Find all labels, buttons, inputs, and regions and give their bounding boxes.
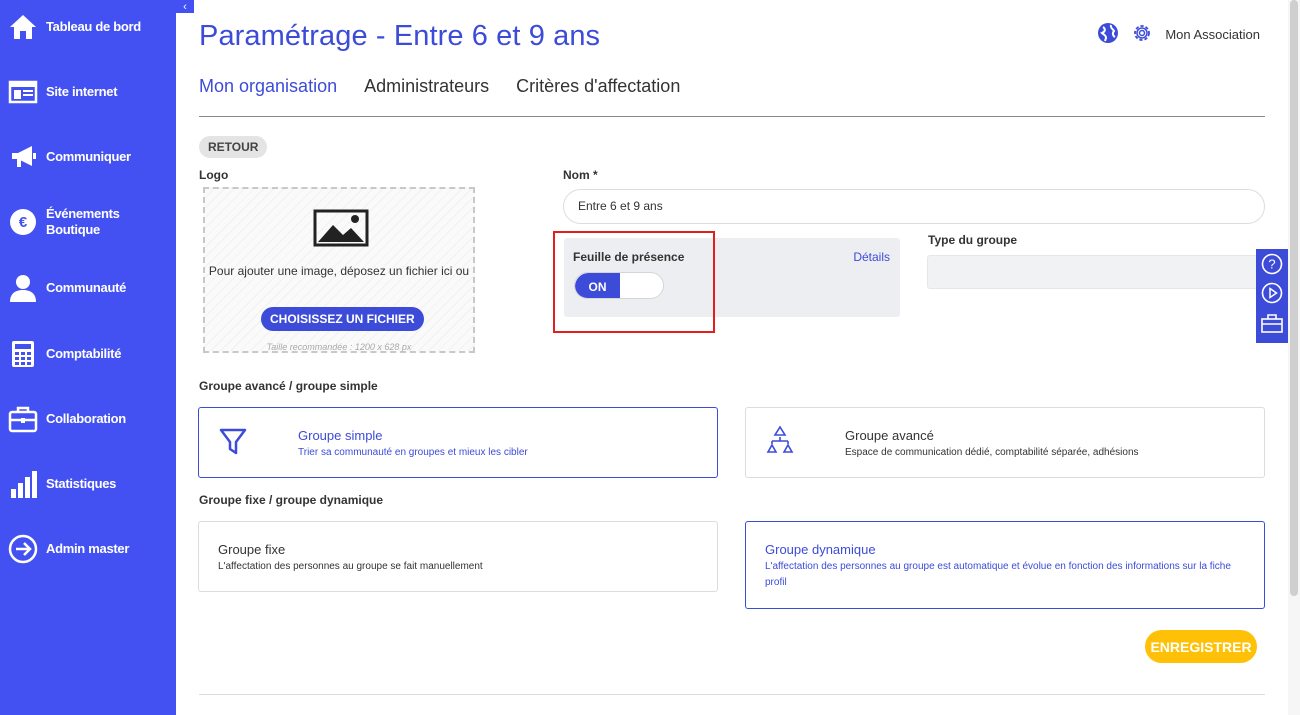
- svg-text:€: €: [19, 214, 28, 231]
- globe-icon[interactable]: [1097, 22, 1119, 47]
- bar-chart-icon: [0, 469, 46, 499]
- sidebar-item-label: Événements: [46, 206, 120, 221]
- sidebar-item-admin-master[interactable]: Admin master: [0, 532, 176, 566]
- sidebar-item-website[interactable]: Site internet: [0, 77, 176, 107]
- logo-dropzone[interactable]: Pour ajouter une image, déposez un fichi…: [203, 187, 475, 353]
- tab-administrators[interactable]: Administrateurs: [364, 76, 489, 97]
- sidebar-item-label: Collaboration: [46, 411, 126, 426]
- sidebar-item-label: Admin master: [46, 541, 130, 556]
- option-simple-group[interactable]: Groupe simple Trier sa communauté en gro…: [198, 407, 718, 478]
- header-actions: Mon Association: [1097, 22, 1260, 47]
- sidebar-item-label: Statistiques: [46, 476, 117, 491]
- group-type-label: Type du groupe: [928, 233, 1018, 247]
- logo-label: Logo: [199, 168, 229, 182]
- toolbox-icon[interactable]: [1260, 312, 1284, 339]
- option-advanced-group[interactable]: Groupe avancé Espace de communication dé…: [745, 407, 1265, 478]
- name-input[interactable]: Entre 6 et 9 ans: [563, 189, 1265, 224]
- help-icon[interactable]: ?: [1261, 253, 1283, 280]
- user-icon: [0, 273, 46, 303]
- sidebar-item-label: Site internet: [46, 84, 118, 99]
- choose-file-button[interactable]: CHOISISSEZ UN FICHIER: [261, 307, 424, 331]
- sidebar-item-label: Comptabilité: [46, 346, 122, 361]
- option-description: Trier sa communauté en groupes et mieux …: [298, 447, 528, 458]
- chevron-left-icon: ‹: [183, 0, 187, 13]
- group-kind-label: Groupe avancé / groupe simple: [199, 379, 378, 393]
- tab-divider: [199, 116, 1265, 117]
- gear-icon[interactable]: [1131, 22, 1153, 47]
- save-button[interactable]: ENREGISTRER: [1145, 630, 1257, 663]
- logo-drop-text: Pour ajouter une image, déposez un fichi…: [208, 264, 470, 278]
- sidebar: Tableau de bord Site internet Communique…: [0, 0, 176, 715]
- home-icon: [0, 13, 46, 41]
- euro-icon: €: [0, 207, 46, 237]
- sidebar-item-label: Tableau de bord: [46, 19, 141, 34]
- sidebar-item-events[interactable]: € Événements Boutique: [0, 205, 176, 239]
- account-name[interactable]: Mon Association: [1165, 27, 1260, 42]
- presence-details-link[interactable]: Détails: [853, 250, 890, 264]
- option-title: Groupe avancé: [845, 428, 934, 443]
- page-title: Paramétrage - Entre 6 et 9 ans: [199, 20, 601, 52]
- back-button[interactable]: RETOUR: [199, 136, 268, 158]
- sidebar-item-accounting[interactable]: Comptabilité: [0, 337, 176, 371]
- sidebar-item-statistics[interactable]: Statistiques: [0, 467, 176, 501]
- megaphone-icon: [0, 144, 46, 170]
- svg-text:?: ?: [1268, 257, 1275, 272]
- sidebar-item-label-2: Boutique: [46, 222, 100, 237]
- image-icon: [313, 209, 369, 252]
- option-dynamic-group[interactable]: Groupe dynamique L'affectation des perso…: [745, 521, 1265, 609]
- tab-bar: Mon organisation Administrateurs Critère…: [199, 76, 680, 97]
- option-description: L'affectation des personnes au groupe es…: [765, 561, 1231, 588]
- play-icon[interactable]: [1261, 282, 1283, 309]
- footer-divider: [199, 694, 1265, 695]
- page-scrollbar[interactable]: [1288, 0, 1300, 715]
- website-icon: [0, 80, 46, 104]
- sidebar-item-dashboard[interactable]: Tableau de bord: [0, 12, 176, 42]
- calculator-icon: [0, 339, 46, 369]
- sidebar-collapse-button[interactable]: ‹: [176, 0, 194, 13]
- group-type-select[interactable]: [927, 255, 1265, 289]
- tab-my-organization[interactable]: Mon organisation: [199, 76, 337, 97]
- option-description: L'affectation des personnes au groupe se…: [218, 561, 483, 572]
- sidebar-item-communicate[interactable]: Communiquer: [0, 142, 176, 172]
- option-title: Groupe fixe: [218, 542, 286, 557]
- briefcase-icon: [0, 405, 46, 433]
- filter-icon: [219, 427, 247, 462]
- sidebar-item-label: Communiquer: [46, 149, 131, 164]
- sidebar-item-label-group: Événements Boutique: [46, 206, 120, 238]
- option-fixed-group[interactable]: Groupe fixe L'affectation des personnes …: [198, 521, 718, 592]
- logo-size-hint: Taille recommandée : 1200 x 628 px: [266, 342, 412, 352]
- sidebar-item-collaboration[interactable]: Collaboration: [0, 402, 176, 436]
- arrow-circle-icon: [0, 534, 46, 564]
- sidebar-item-community[interactable]: Communauté: [0, 271, 176, 305]
- option-description: Espace de communication dédié, comptabil…: [845, 447, 1139, 458]
- option-title: Groupe simple: [298, 428, 383, 443]
- sidebar-item-label: Communauté: [46, 280, 127, 295]
- scrollbar-thumb[interactable]: [1290, 0, 1298, 596]
- group-mode-label: Groupe fixe / groupe dynamique: [199, 493, 384, 507]
- hierarchy-icon: [764, 425, 796, 462]
- floating-toolbar: ?: [1256, 249, 1288, 343]
- name-label: Nom *: [563, 168, 598, 182]
- option-title: Groupe dynamique: [765, 542, 876, 557]
- highlight-box: [553, 231, 715, 333]
- tab-assignment-criteria[interactable]: Critères d'affectation: [516, 76, 680, 97]
